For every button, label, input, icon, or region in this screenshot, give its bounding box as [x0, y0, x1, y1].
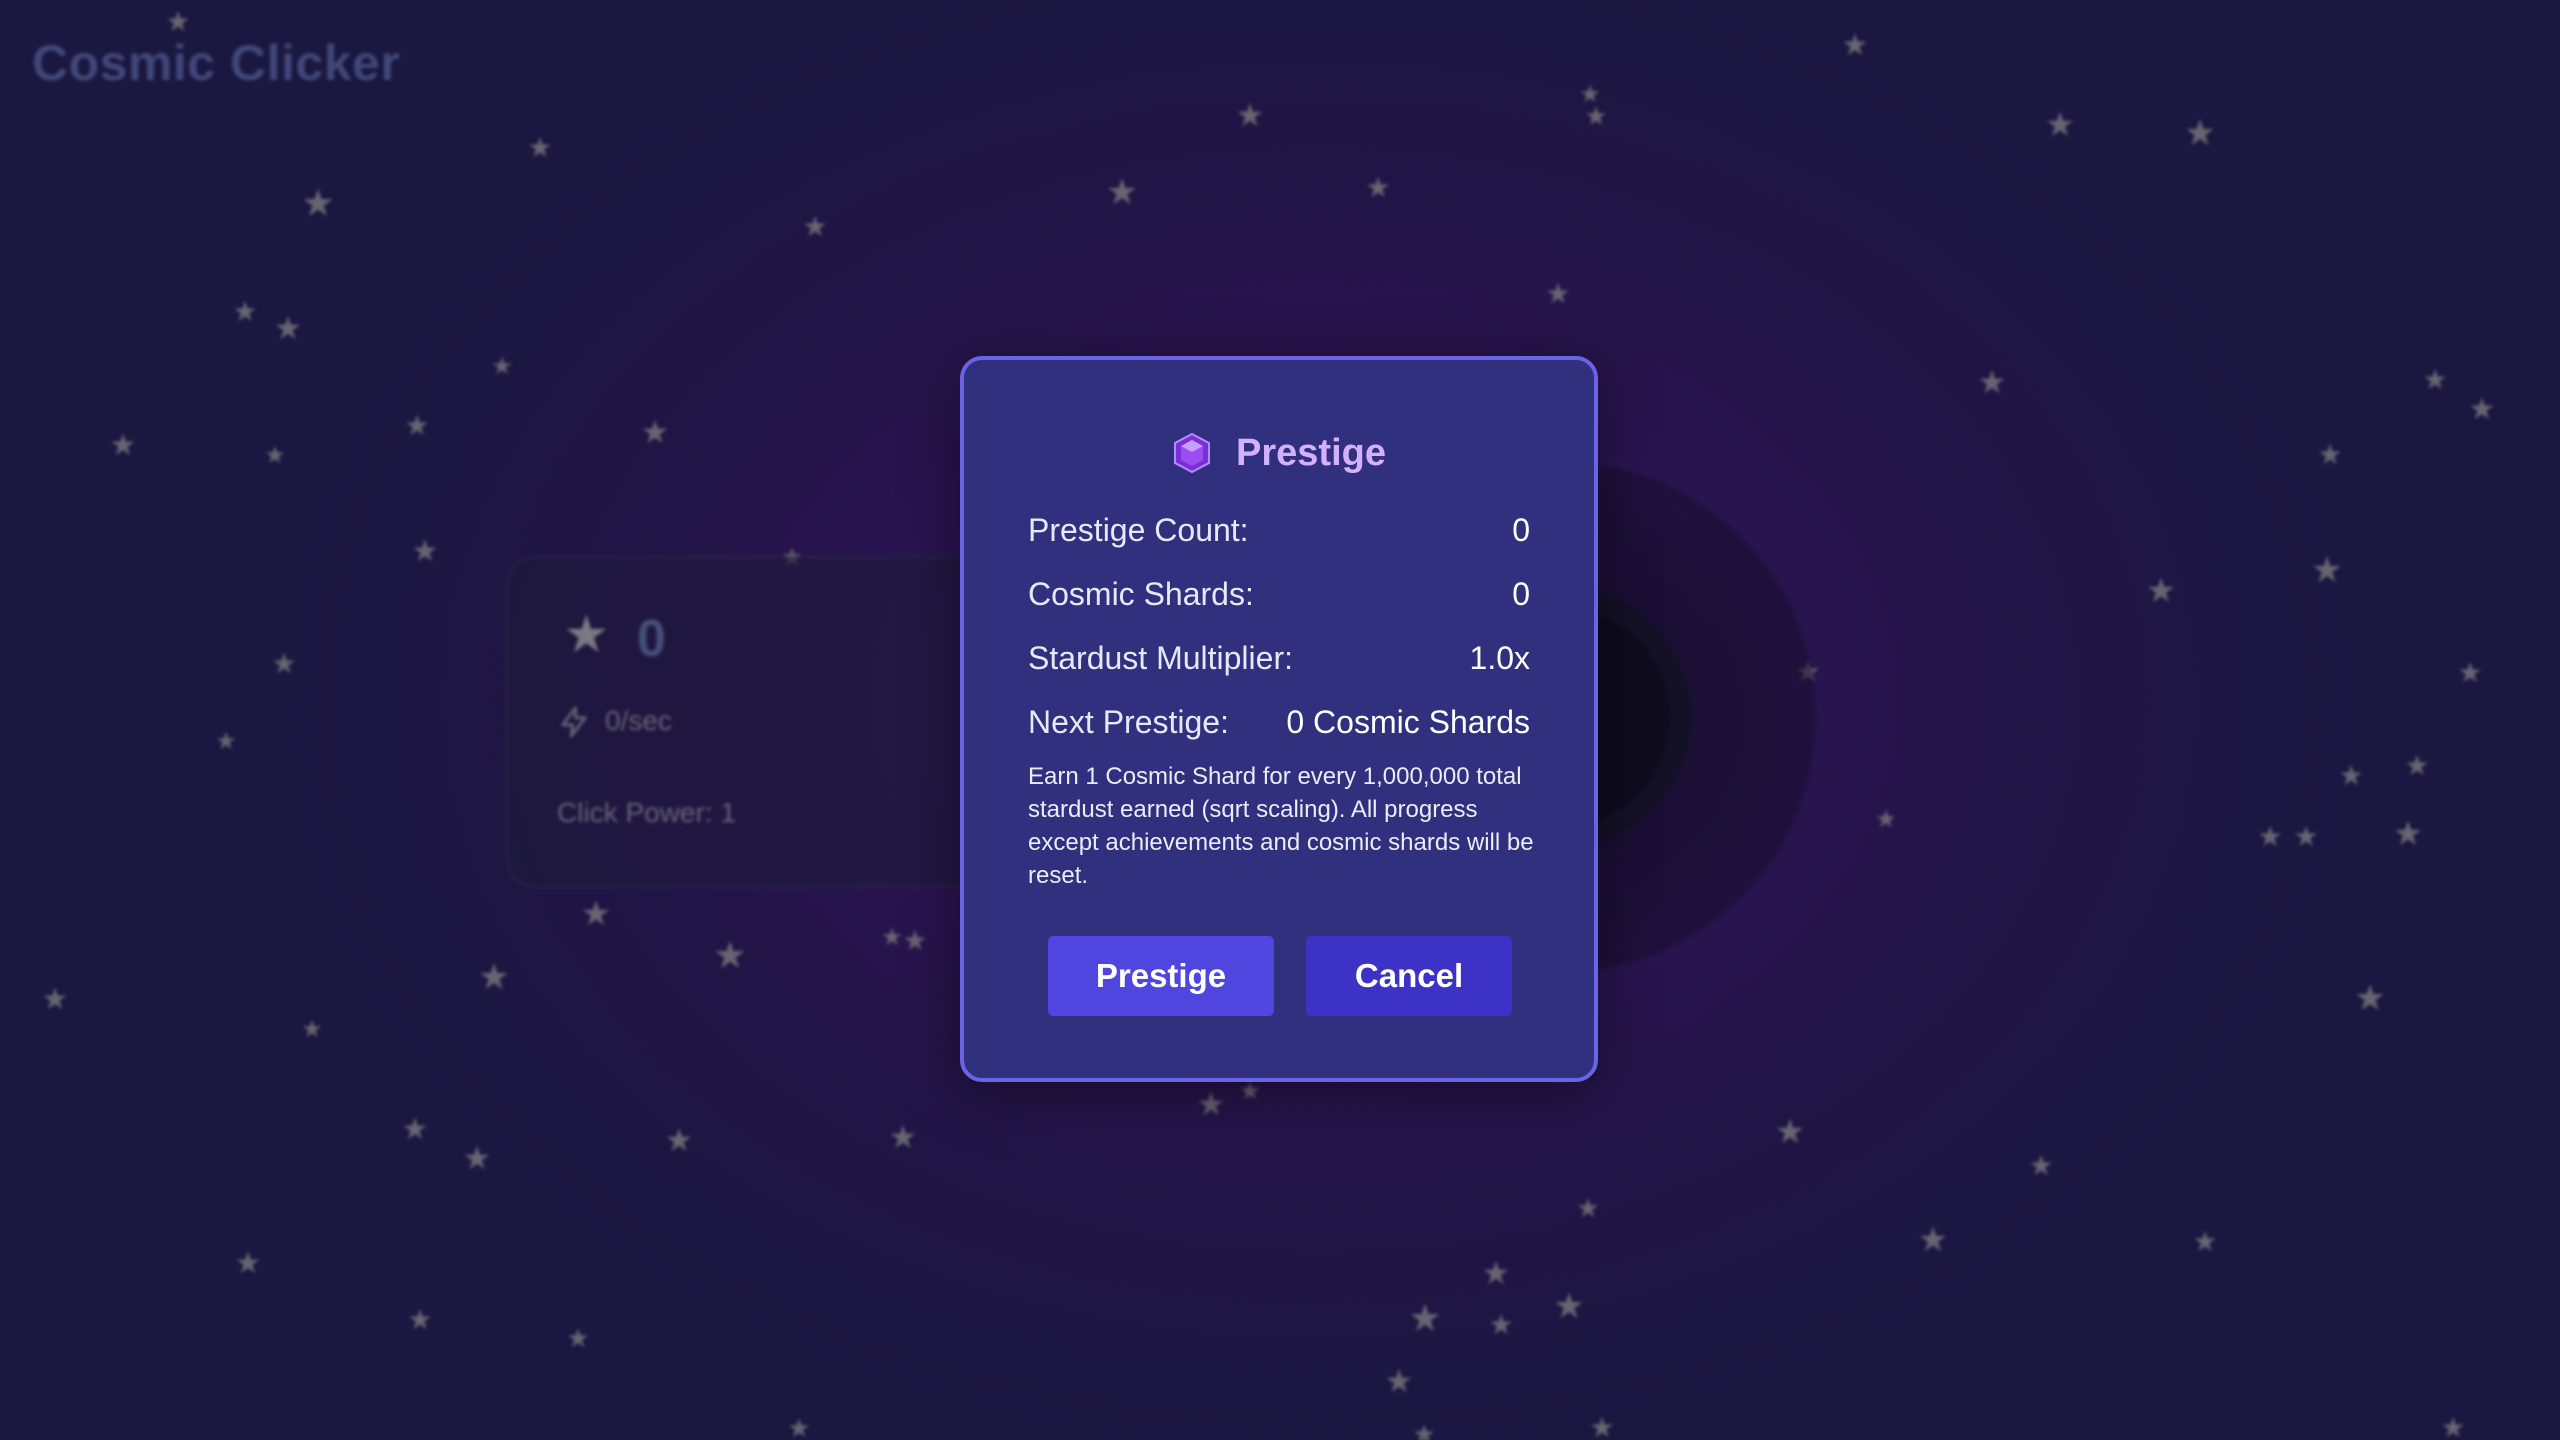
background-star: ★ [271, 648, 297, 679]
background-star: ★ [2440, 1412, 2466, 1440]
background-star: ★ [1365, 172, 1391, 203]
background-star: ★ [2457, 657, 2483, 688]
row-value: 0 [1512, 576, 1530, 612]
background-star: ★ [2028, 1150, 2054, 1181]
background-star: ★ [1875, 806, 1897, 833]
stardust-multiplier-row: Stardust Multiplier: 1.0x [1028, 640, 1530, 677]
background-star: ★ [1235, 97, 1265, 133]
background-star: ★ [1552, 1285, 1586, 1326]
background-star: ★ [1105, 171, 1139, 212]
background-star: ★ [1545, 278, 1571, 309]
background-star: ★ [404, 410, 430, 441]
background-star: ★ [2192, 1226, 2218, 1257]
background-star: ★ [301, 1016, 323, 1043]
row-label: Next Prestige: [1028, 704, 1229, 740]
cancel-button[interactable]: Cancel [1306, 936, 1512, 1016]
star-icon: ★ [563, 606, 610, 664]
lightning-icon [561, 706, 587, 738]
modal-header: Prestige [964, 426, 1594, 480]
background-star: ★ [1488, 1309, 1514, 1340]
background-star: ★ [2353, 977, 2387, 1018]
next-prestige-row: Next Prestige: 0 Cosmic Shards [1028, 704, 1530, 741]
background-star: ★ [477, 956, 511, 997]
background-star: ★ [2392, 815, 2424, 853]
background-star: ★ [2044, 106, 2076, 144]
background-star: ★ [2293, 821, 2319, 852]
background-star: ★ [1589, 1412, 1615, 1440]
background-star: ★ [580, 895, 612, 933]
row-label: Prestige Count: [1028, 512, 1249, 548]
background-star: ★ [1841, 29, 1869, 62]
prestige-description: Earn 1 Cosmic Shard for every 1,000,000 … [1028, 763, 1534, 889]
background-star: ★ [2404, 750, 2430, 781]
row-value: 1.0x [1469, 640, 1530, 676]
background-star: ★ [1576, 1193, 1600, 1223]
background-star: ★ [1196, 1086, 1226, 1122]
background-star: ★ [1239, 1078, 1261, 1105]
background-star: ★ [1584, 101, 1608, 131]
prestige-modal: Prestige Prestige Count: 0 Cosmic Shards… [960, 356, 1598, 1082]
background-star: ★ [273, 310, 303, 346]
background-star: ★ [2310, 549, 2344, 590]
background-star: ★ [109, 429, 137, 462]
background-star: ★ [1977, 364, 2007, 400]
background-star: ★ [462, 1140, 492, 1176]
background-star: ★ [1917, 1221, 1949, 1259]
background-star: ★ [234, 1247, 262, 1280]
background-star: ★ [2183, 112, 2217, 153]
app-title: Cosmic Clicker [32, 35, 401, 91]
gem-icon [1174, 432, 1211, 474]
background-star: ★ [401, 1113, 429, 1146]
background-star: ★ [1412, 1419, 1436, 1440]
row-value: 0 Cosmic Shards [1286, 704, 1530, 740]
background-star: ★ [1481, 1255, 1511, 1291]
background-star: ★ [2468, 393, 2496, 426]
background-star: ★ [640, 414, 670, 450]
background-star: ★ [41, 983, 69, 1016]
background-star: ★ [1384, 1363, 1414, 1399]
background-star: ★ [2422, 364, 2448, 395]
background-star: ★ [787, 1413, 811, 1440]
background-star: ★ [300, 183, 336, 225]
background-star: ★ [566, 1323, 590, 1353]
stardust-count: 0 [637, 610, 666, 668]
background-star: ★ [2145, 572, 2177, 610]
background-star: ★ [1774, 1113, 1806, 1151]
background-star: ★ [802, 211, 828, 242]
background-star: ★ [2338, 760, 2364, 791]
modal-title: Prestige [1236, 431, 1386, 474]
background-star: ★ [407, 1304, 433, 1335]
background-star: ★ [712, 935, 748, 977]
background-star: ★ [215, 728, 237, 755]
background-star: ★ [1407, 1298, 1443, 1340]
background-star: ★ [165, 6, 191, 37]
background-star: ★ [664, 1122, 694, 1158]
background-star: ★ [491, 353, 513, 380]
background-star: ★ [264, 442, 286, 469]
background-star: ★ [232, 296, 258, 327]
row-value: 0 [1512, 512, 1530, 548]
background-star: ★ [888, 1119, 918, 1155]
row-label: Cosmic Shards: [1028, 576, 1254, 612]
click-power: Click Power: 1 [557, 797, 736, 828]
cosmic-shards-row: Cosmic Shards: 0 [1028, 576, 1530, 613]
background-star: ★ [902, 925, 928, 956]
background-star: ★ [411, 535, 439, 568]
background-star: ★ [527, 132, 553, 163]
background-star: ★ [2257, 821, 2283, 852]
prestige-button[interactable]: Prestige [1048, 936, 1274, 1016]
prestige-count-row: Prestige Count: 0 [1028, 512, 1530, 549]
stardust-rate: 0/sec [605, 705, 672, 736]
background-star: ★ [881, 924, 903, 951]
background-star: ★ [2317, 439, 2343, 470]
row-label: Stardust Multiplier: [1028, 640, 1293, 676]
